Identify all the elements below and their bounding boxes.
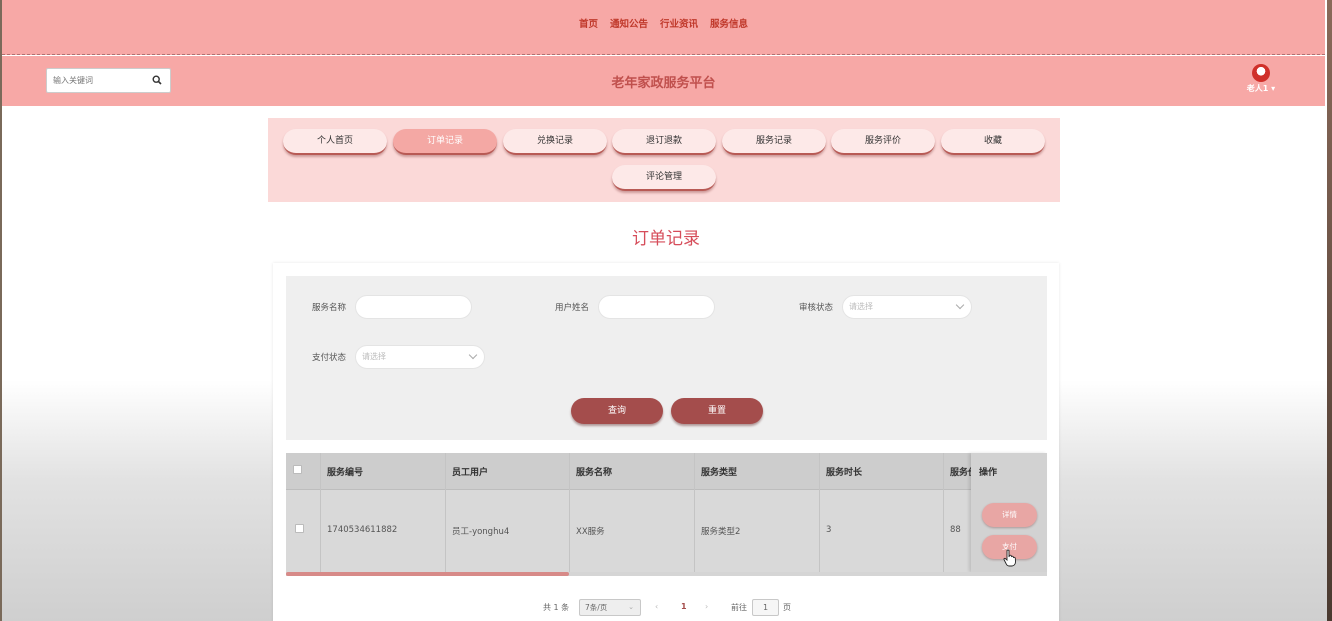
- chevron-down-icon: [955, 300, 965, 310]
- menu-item-exchange[interactable]: 兑换记录: [503, 129, 607, 155]
- chevron-down-icon: ▾: [1271, 84, 1276, 93]
- column-divider: [943, 453, 944, 572]
- row-checkbox[interactable]: [295, 524, 304, 533]
- review-status-select[interactable]: 请选择: [842, 295, 972, 319]
- col-price: 服务价: [950, 468, 972, 478]
- menu-item-service-record[interactable]: 服务记录: [722, 129, 826, 155]
- service-name-input[interactable]: [355, 295, 472, 319]
- table-header: 服务编号 员工用户 服务名称 服务类型 服务时长 服务价: [286, 453, 1047, 490]
- nav-link-services[interactable]: 服务信息: [710, 16, 748, 30]
- cell-price: 88: [950, 525, 961, 535]
- user-name-input[interactable]: [598, 295, 715, 319]
- nav-link-notice[interactable]: 通知公告: [610, 16, 648, 30]
- nav-link-home[interactable]: 首页: [579, 16, 598, 30]
- column-divider: [445, 453, 446, 572]
- hand-cursor-icon: [1003, 549, 1016, 567]
- goto-page-input[interactable]: 1: [752, 599, 779, 616]
- col-service-type: 服务类型: [701, 468, 738, 478]
- cell-staff-user: 员工-yonghu4: [452, 527, 510, 537]
- reset-button[interactable]: 重置: [671, 398, 763, 424]
- avatar[interactable]: [1252, 64, 1270, 82]
- cell-service-no: 1740534611882: [327, 525, 398, 535]
- menu-item-refund[interactable]: 退订退款: [612, 129, 716, 155]
- page-size-select[interactable]: 7条/页 ⌄: [579, 599, 641, 616]
- cell-service-name: XX服务: [576, 527, 605, 537]
- col-actions: 操作: [979, 468, 998, 478]
- current-page[interactable]: 1: [681, 602, 687, 611]
- top-nav: 首页 通知公告 行业资讯 服务信息: [2, 0, 1325, 55]
- orders-table: 服务编号 员工用户 服务名称 服务类型 服务时长 服务价 17405346118…: [286, 453, 1047, 576]
- column-divider: [694, 453, 695, 572]
- column-divider: [320, 453, 321, 572]
- review-status-label: 审核状态: [799, 303, 834, 313]
- table-row: 1740534611882 员工-yonghu4 XX服务 服务类型2 3 88: [286, 490, 1047, 572]
- select-all-checkbox[interactable]: [293, 465, 302, 474]
- nav-link-news[interactable]: 行业资讯: [660, 16, 698, 30]
- menu-item-comments[interactable]: 评论管理: [612, 165, 716, 191]
- cell-service-type: 服务类型2: [701, 527, 741, 537]
- pay-status-value: 请选择: [362, 352, 386, 361]
- cell-duration: 3: [826, 525, 832, 535]
- user-menu-panel: 个人首页 订单记录 兑换记录 退订退款 服务记录 服务评价 收藏 评论管理: [268, 118, 1060, 202]
- menu-item-orders[interactable]: 订单记录: [393, 129, 497, 155]
- total-count: 共 1 条: [543, 603, 570, 612]
- menu-item-service-review[interactable]: 服务评价: [831, 129, 935, 155]
- col-staff-user: 员工用户: [452, 468, 489, 478]
- service-name-label: 服务名称: [312, 303, 347, 313]
- col-service-name: 服务名称: [576, 468, 613, 478]
- page-suffix: 页: [783, 603, 791, 612]
- review-status-value: 请选择: [849, 302, 873, 311]
- pay-status-label: 支付状态: [312, 353, 347, 363]
- menu-item-favorites[interactable]: 收藏: [941, 129, 1045, 155]
- column-divider: [819, 453, 820, 572]
- goto-page-value: 1: [762, 603, 769, 612]
- query-button[interactable]: 查询: [571, 398, 663, 424]
- table-hscrollbar[interactable]: [286, 572, 1047, 576]
- next-page-icon[interactable]: ›: [705, 602, 708, 611]
- pay-status-select[interactable]: 请选择: [355, 345, 485, 369]
- user-menu[interactable]: 老人1 ▾: [1241, 64, 1281, 94]
- detail-button[interactable]: 详情: [982, 503, 1037, 527]
- col-duration: 服务时长: [826, 468, 863, 478]
- col-service-no: 服务编号: [327, 468, 364, 478]
- site-title: 老年家政服务平台: [611, 76, 716, 91]
- prev-page-icon[interactable]: ‹: [655, 602, 658, 611]
- filter-panel: 服务名称 用户姓名 审核状态 请选择 支付状态 请选择 查询 重置: [286, 276, 1047, 440]
- user-name: 老人1: [1246, 84, 1269, 93]
- user-name-label: 用户姓名: [555, 303, 590, 313]
- chevron-down-icon: ⌄: [628, 603, 634, 611]
- window-scrollbar[interactable]: [1327, 0, 1332, 621]
- chevron-down-icon: [468, 350, 478, 360]
- page-size-value: 7条/页: [585, 603, 608, 612]
- header-bar: 老年家政服务平台 老人1 ▾: [2, 56, 1325, 106]
- goto-label: 前往: [731, 603, 747, 612]
- page-title: 订单记录: [632, 229, 700, 249]
- scroll-thumb[interactable]: [286, 572, 569, 576]
- column-divider: [569, 453, 570, 572]
- menu-item-home[interactable]: 个人首页: [283, 129, 387, 155]
